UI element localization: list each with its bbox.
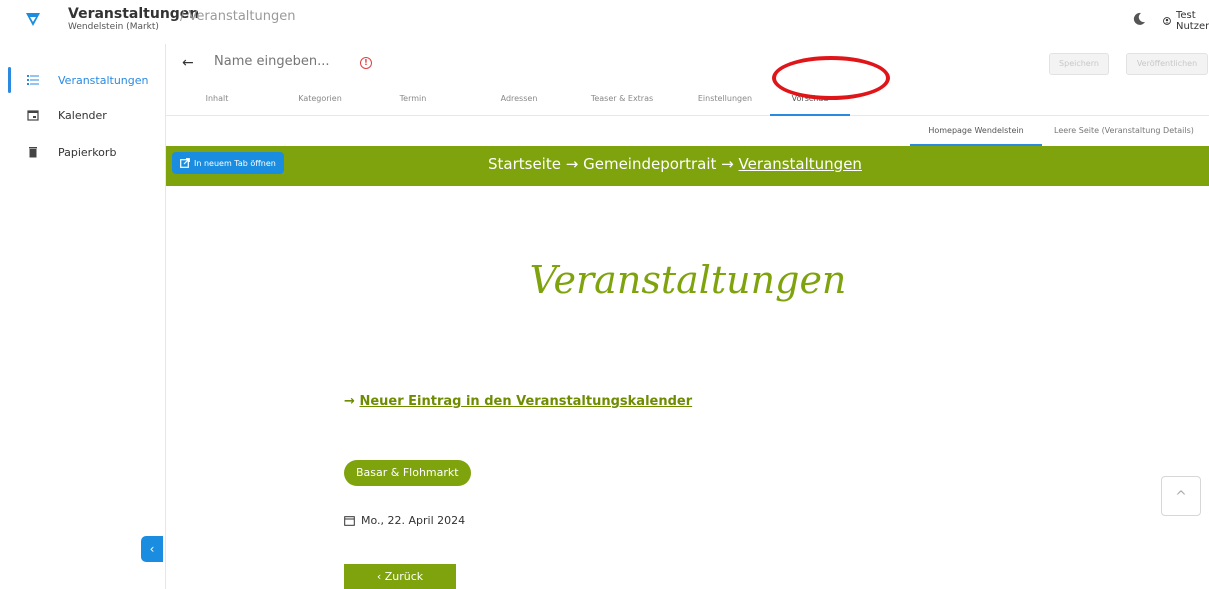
- event-date-text: Mo., 22. April 2024: [361, 514, 466, 527]
- tab-inhalt[interactable]: Inhalt: [204, 94, 230, 116]
- external-link-icon: [180, 158, 190, 168]
- highlight-annotation: [772, 56, 890, 100]
- tab-einstellungen[interactable]: Einstellungen: [694, 94, 756, 116]
- new-entry-link[interactable]: → Neuer Eintrag in den Veranstaltungskal…: [344, 394, 692, 409]
- editor-tabs: Inhalt Kategorien Termin Adressen Teaser…: [166, 94, 886, 116]
- breadcrumb-separator: →: [565, 155, 579, 173]
- sidebar-item-label: Veranstaltungen: [58, 73, 149, 87]
- tab-termin[interactable]: Termin: [396, 94, 430, 116]
- publish-button[interactable]: Veröffentlichen: [1126, 53, 1208, 75]
- sidebar-item-label: Papierkorb: [58, 145, 117, 159]
- dark-mode-toggle-icon[interactable]: [1132, 12, 1146, 26]
- scroll-to-top-button[interactable]: ^: [1161, 476, 1201, 516]
- preview-frame: In neuem Tab öffnen Startseite → Gemeind…: [166, 146, 1209, 589]
- breadcrumb-veranstaltungen[interactable]: Veranstaltungen: [739, 155, 862, 173]
- collapse-sidebar-button[interactable]: ‹: [141, 536, 163, 562]
- sidebar-item-papierkorb[interactable]: Papierkorb: [0, 137, 165, 167]
- back-arrow-icon[interactable]: ←: [182, 55, 194, 71]
- tab-adressen[interactable]: Adressen: [498, 94, 540, 116]
- save-button[interactable]: Speichern: [1049, 53, 1109, 75]
- event-date: Mo., 22. April 2024: [344, 514, 465, 527]
- page-title: Veranstaltungen: [529, 258, 847, 302]
- app-logo-icon[interactable]: [24, 10, 42, 28]
- subtab-homepage-wendelstein[interactable]: Homepage Wendelstein: [910, 126, 1042, 146]
- tab-teaser-extras[interactable]: Teaser & Extras: [586, 94, 658, 116]
- calendar-icon: [27, 110, 39, 121]
- warning-icon: !: [360, 57, 372, 69]
- new-entry-label: Neuer Eintrag in den Veranstaltungskalen…: [359, 394, 693, 409]
- category-tag[interactable]: Basar & Flohmarkt: [344, 460, 471, 486]
- breadcrumb-separator: →: [721, 155, 734, 173]
- list-icon: [27, 75, 39, 85]
- editor-panel: ← ! Speichern Veröffentlichen Inhalt Kat…: [165, 44, 1209, 589]
- subtab-leere-seite[interactable]: Leere Seite (Veranstaltung Details): [1054, 126, 1209, 146]
- arrow-right-icon: →: [344, 394, 355, 409]
- name-input[interactable]: [214, 54, 354, 69]
- sidebar: Veranstaltungen Kalender Papierkorb ‹: [0, 44, 165, 589]
- top-bar: Veranstaltungen Wendelstein (Markt) / Ve…: [0, 0, 1209, 44]
- header-breadcrumb: / Veranstaltungen: [180, 9, 296, 24]
- app-subtitle: Wendelstein (Markt): [68, 22, 159, 32]
- breadcrumb: Startseite → Gemeindeportrait → Veransta…: [488, 155, 862, 173]
- user-menu[interactable]: Test Nutzer: [1163, 10, 1209, 32]
- sidebar-item-veranstaltungen[interactable]: Veranstaltungen: [0, 65, 165, 95]
- open-in-new-tab-label: In neuem Tab öffnen: [194, 158, 276, 168]
- editor-header: ← ! Speichern Veröffentlichen Inhalt Kat…: [166, 44, 1209, 116]
- sidebar-item-label: Kalender: [58, 108, 107, 122]
- tab-kategorien[interactable]: Kategorien: [294, 94, 346, 116]
- sidebar-item-kalender[interactable]: Kalender: [0, 100, 165, 130]
- user-name: Test Nutzer: [1175, 10, 1209, 32]
- preview-breadcrumb-bar: In neuem Tab öffnen Startseite → Gemeind…: [166, 146, 1209, 186]
- preview-target-tabs: Homepage Wendelstein Leere Seite (Verans…: [166, 116, 1209, 146]
- breadcrumb-startseite[interactable]: Startseite: [488, 155, 561, 173]
- open-in-new-tab-button[interactable]: In neuem Tab öffnen: [172, 152, 284, 174]
- breadcrumb-gemeindeportrait[interactable]: Gemeindeportrait: [583, 155, 716, 173]
- trash-icon: [29, 147, 37, 158]
- user-icon: [1163, 17, 1171, 25]
- back-button[interactable]: ‹ Zurück: [344, 564, 456, 589]
- calendar-icon: [344, 516, 355, 526]
